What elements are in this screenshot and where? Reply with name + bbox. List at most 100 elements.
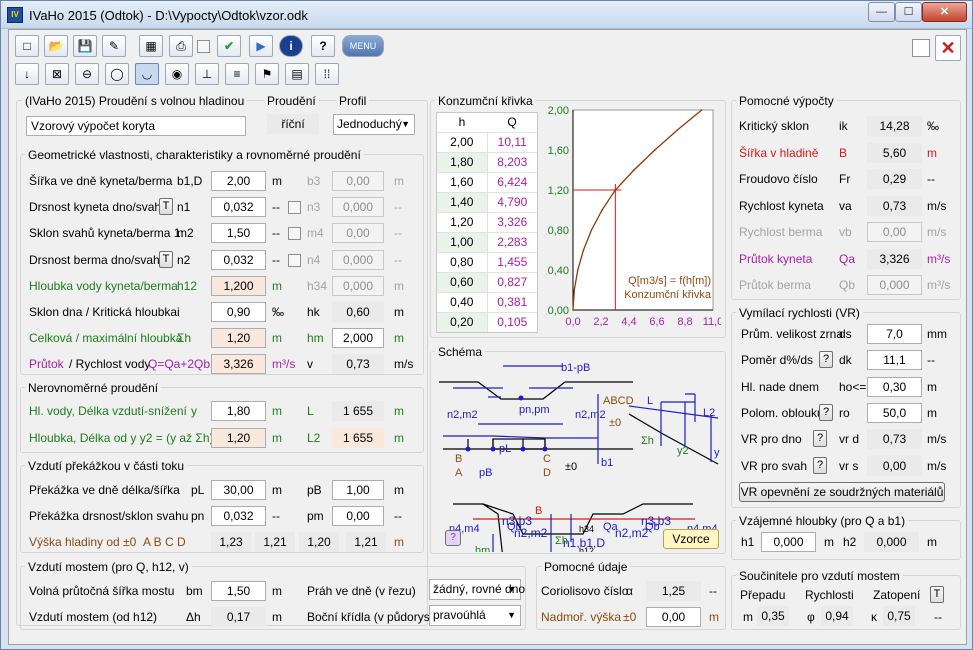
- most-r1-unit: m: [272, 584, 282, 598]
- vymil-row-4-help-button[interactable]: ?: [813, 430, 827, 447]
- top-checkbox[interactable]: [912, 39, 930, 57]
- view-tool-3-icon[interactable]: ◯: [105, 63, 129, 85]
- konz-h-cell: 1,40: [437, 193, 488, 212]
- geom-row-1-t-button[interactable]: T: [159, 198, 173, 215]
- geom-row-6-value2[interactable]: 2,000: [332, 328, 384, 348]
- vymil-row-1-value[interactable]: 11,1: [867, 350, 922, 370]
- konz-h-cell: 1,00: [437, 233, 488, 252]
- geom-row-1-input[interactable]: 0,032: [211, 197, 266, 217]
- vr-opevneni-button[interactable]: VR opevnění ze soudržných materiálů: [739, 482, 945, 502]
- pomocne-row-3-value: 0,73: [867, 196, 922, 216]
- geom-row-3-checkbox[interactable]: [288, 254, 301, 267]
- geom-row-3-t-button[interactable]: T: [159, 251, 173, 268]
- view-tool-9-icon[interactable]: ▤: [285, 63, 309, 85]
- geom-row-2-input[interactable]: 1,50: [211, 223, 266, 243]
- konz-table-row: 1,80 8,203: [437, 152, 537, 172]
- souc-t-button[interactable]: T: [930, 586, 944, 603]
- view-tool-10-icon[interactable]: ⁞⁞: [315, 63, 339, 85]
- chevron-down-icon: ▼: [401, 119, 410, 129]
- geom-row-2-unit2: --: [394, 226, 402, 240]
- print-checkbox[interactable]: [197, 40, 210, 53]
- chart-point: [653, 149, 656, 151]
- open-folder-icon[interactable]: 📂: [44, 35, 68, 57]
- view-tool-6-icon[interactable]: ⊥: [195, 63, 219, 85]
- prek-pn-input[interactable]: 0,032: [211, 506, 266, 526]
- vzajemne-h1-input[interactable]: 0,000: [761, 532, 816, 552]
- nerov-r1-sym2: L: [307, 404, 314, 418]
- geom-row-6-input[interactable]: 1,20: [211, 328, 266, 348]
- view-tool-4-icon[interactable]: ◡: [135, 63, 159, 85]
- minimize-button[interactable]: —: [868, 2, 895, 22]
- maximize-button[interactable]: ☐: [895, 2, 922, 22]
- most-r1-label: Volná průtočná šířka mostu: [29, 584, 175, 598]
- konz-q-cell: 10,11: [497, 135, 527, 149]
- view-tool-0-icon[interactable]: ↓: [15, 63, 39, 85]
- nerov-y-input[interactable]: 1,80: [211, 401, 266, 421]
- prek-pm-input[interactable]: 0,00: [332, 506, 384, 526]
- nerov-y2-input[interactable]: 1,20: [211, 428, 266, 448]
- client-area: □ 📂 💾 ✎ ▦ ⎙ ✔ ▶ i ? MENU ✕ (IVaHo 2015) …: [8, 29, 967, 645]
- close-window-button[interactable]: ✕: [922, 2, 967, 22]
- geom-row-5-value2: 0,60: [332, 302, 384, 322]
- schema-help-button[interactable]: ?: [445, 530, 461, 546]
- view-tool-7-icon[interactable]: ≡: [225, 63, 249, 85]
- vymil-row-2-unit: m: [927, 380, 937, 394]
- souc-v1: 0,35: [757, 606, 789, 626]
- print-icon[interactable]: ⎙: [169, 35, 193, 57]
- most-title: Vzdutí mostem (pro Q, h12, v): [25, 560, 192, 574]
- souc-c2: Rychlosti: [805, 588, 854, 602]
- view-tool-1-icon[interactable]: ⊠: [45, 63, 69, 85]
- schema-t7: pL: [499, 443, 511, 455]
- vymil-row-5-help-button[interactable]: ?: [813, 457, 827, 474]
- most-bm-input[interactable]: 1,50: [211, 581, 266, 601]
- schema-t19: y: [714, 447, 720, 459]
- nadmor-vyska-input[interactable]: 0,00: [646, 607, 701, 627]
- geom-row-4-sym2: h34: [307, 279, 328, 293]
- geom-row-6-label: Celková / maximální hloubka: [29, 331, 183, 345]
- menu-button[interactable]: MENU: [342, 35, 384, 57]
- prek-pB-input[interactable]: 1,00: [332, 480, 384, 500]
- edit-icon[interactable]: ✎: [102, 35, 126, 57]
- nerov-r1-unit: m: [272, 404, 282, 418]
- geom-row-1-sym2: n3: [307, 200, 321, 214]
- geom-row-7-label-b: / Rychlost vody: [69, 357, 151, 371]
- geom-row-5-input[interactable]: 0,90: [211, 302, 266, 322]
- geom-row-1-checkbox[interactable]: [288, 201, 301, 214]
- help-icon[interactable]: ?: [311, 35, 335, 57]
- konz-h-cell: 0,40: [437, 293, 488, 312]
- geom-row-2-checkbox[interactable]: [288, 227, 301, 240]
- info-icon[interactable]: i: [279, 35, 303, 57]
- run-icon[interactable]: ▶: [249, 35, 273, 57]
- souc-c3: Zatopení: [873, 588, 921, 602]
- vymil-row-0-value[interactable]: 7,0: [867, 324, 922, 344]
- view-tool-5-icon[interactable]: ◉: [165, 63, 189, 85]
- view-tool-2-icon[interactable]: ⊖: [75, 63, 99, 85]
- profile-dropdown[interactable]: Jednoduchý ▼: [333, 114, 415, 135]
- pomocne-row-6-label: Průtok berma: [739, 278, 812, 292]
- vymil-row-3-value[interactable]: 50,0: [867, 403, 922, 423]
- vymil-row-3-help-button[interactable]: ?: [819, 404, 833, 421]
- geom-row-4-input[interactable]: 1,200: [211, 276, 266, 296]
- geom-row-1-value2: 0,000: [332, 197, 384, 217]
- kridla-value: pravoúhlá: [433, 608, 486, 622]
- geom-row-0-input[interactable]: 2,00: [211, 171, 266, 191]
- prek-pL-input[interactable]: 30,00: [211, 480, 266, 500]
- new-file-icon[interactable]: □: [15, 35, 39, 57]
- description-input[interactable]: Vzorový výpočet koryta: [26, 116, 246, 136]
- calculator-icon[interactable]: ▦: [139, 35, 163, 57]
- close-x-icon[interactable]: ✕: [935, 35, 961, 61]
- vymil-row-1-help-button[interactable]: ?: [819, 351, 833, 368]
- check-icon[interactable]: ✔: [217, 35, 241, 57]
- kridla-dropdown[interactable]: pravoúhlá ▼: [429, 605, 521, 626]
- vymil-row-2-value[interactable]: 0,30: [867, 377, 922, 397]
- geom-row-7-input[interactable]: 3,326: [211, 354, 266, 374]
- geom-row-0-sym: b1,D: [177, 174, 203, 188]
- vzorce-button[interactable]: Vzorce: [663, 529, 719, 549]
- save-icon[interactable]: 💾: [73, 35, 97, 57]
- pomocne-row-6-unit: m³/s: [927, 278, 951, 292]
- view-tool-8-icon[interactable]: ⚑: [255, 63, 279, 85]
- prah-dropdown[interactable]: žádný, rovné dno ▼: [429, 579, 525, 600]
- geom-row-3-input[interactable]: 0,032: [211, 250, 266, 270]
- geometry-title: Geometrické vlastnosti, charakteristiky …: [25, 148, 364, 162]
- konz-h-cell: 0,80: [437, 253, 488, 272]
